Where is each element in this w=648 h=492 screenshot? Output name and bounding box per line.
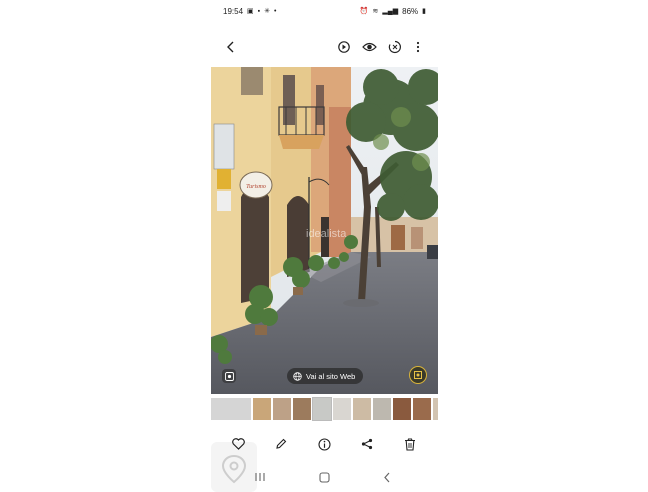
gallery-screen: 19:54 ▣ ▪ ✳ • ⏰ ≋ ▂▄▆ 86% ▮ Turismo idea… xyxy=(211,0,438,492)
shop-sign-text: Turismo xyxy=(246,184,266,190)
edit-icon[interactable] xyxy=(272,435,290,453)
thumbnail[interactable] xyxy=(393,398,411,420)
dot-icon: • xyxy=(274,7,277,15)
remaster-icon[interactable] xyxy=(386,38,404,56)
thumbnail[interactable] xyxy=(333,398,351,420)
info-icon[interactable] xyxy=(315,435,333,453)
system-nav-bar xyxy=(211,464,438,490)
globe-icon xyxy=(293,371,302,381)
notification-icon: ▪ xyxy=(257,7,261,15)
app-notification-icon: ✳ xyxy=(264,7,271,15)
thumbnail-strip xyxy=(211,397,438,422)
thumbnail[interactable] xyxy=(373,398,391,420)
status-bar: 19:54 ▣ ▪ ✳ • ⏰ ≋ ▂▄▆ 86% ▮ xyxy=(211,0,438,22)
scan-image-icon[interactable] xyxy=(222,369,236,383)
thumbnail[interactable] xyxy=(293,398,311,420)
thumbnail[interactable] xyxy=(253,398,271,420)
back-icon[interactable] xyxy=(222,38,240,56)
rotate-icon[interactable] xyxy=(335,38,353,56)
eye-icon[interactable] xyxy=(360,38,378,56)
delete-icon[interactable] xyxy=(401,435,419,453)
top-toolbar xyxy=(211,36,438,58)
photo-viewer[interactable]: Turismo idealista Vai al sito Web xyxy=(211,67,438,394)
wifi-icon: ≋ xyxy=(372,7,379,15)
home-icon[interactable] xyxy=(316,469,332,485)
thumbnail-active[interactable] xyxy=(312,397,332,421)
action-bar xyxy=(211,432,438,456)
thumbnail[interactable] xyxy=(353,398,371,420)
recents-icon[interactable] xyxy=(252,469,268,485)
visit-website-button[interactable]: Vai al sito Web xyxy=(287,368,364,384)
watermark-text: idealista xyxy=(306,228,347,240)
signal-icon: ▂▄▆ xyxy=(382,7,399,15)
battery-level: 86% xyxy=(402,6,419,16)
street-photo: Turismo idealista xyxy=(211,67,438,394)
status-time: 19:54 xyxy=(223,6,244,16)
gallery-notification-icon: ▣ xyxy=(247,7,254,15)
visit-website-label: Vai al sito Web xyxy=(306,371,356,381)
thumbnail[interactable] xyxy=(413,398,431,420)
share-icon[interactable] xyxy=(358,435,376,453)
more-icon[interactable] xyxy=(409,38,427,56)
thumbnail[interactable] xyxy=(211,398,251,420)
thumbnail[interactable] xyxy=(273,398,291,420)
battery-icon: ▮ xyxy=(422,7,426,15)
thumbnail[interactable] xyxy=(433,398,438,420)
bixby-vision-icon[interactable] xyxy=(409,366,427,384)
alarm-icon: ⏰ xyxy=(359,7,369,15)
nav-back-icon[interactable] xyxy=(379,469,395,485)
heart-icon[interactable] xyxy=(229,435,247,453)
